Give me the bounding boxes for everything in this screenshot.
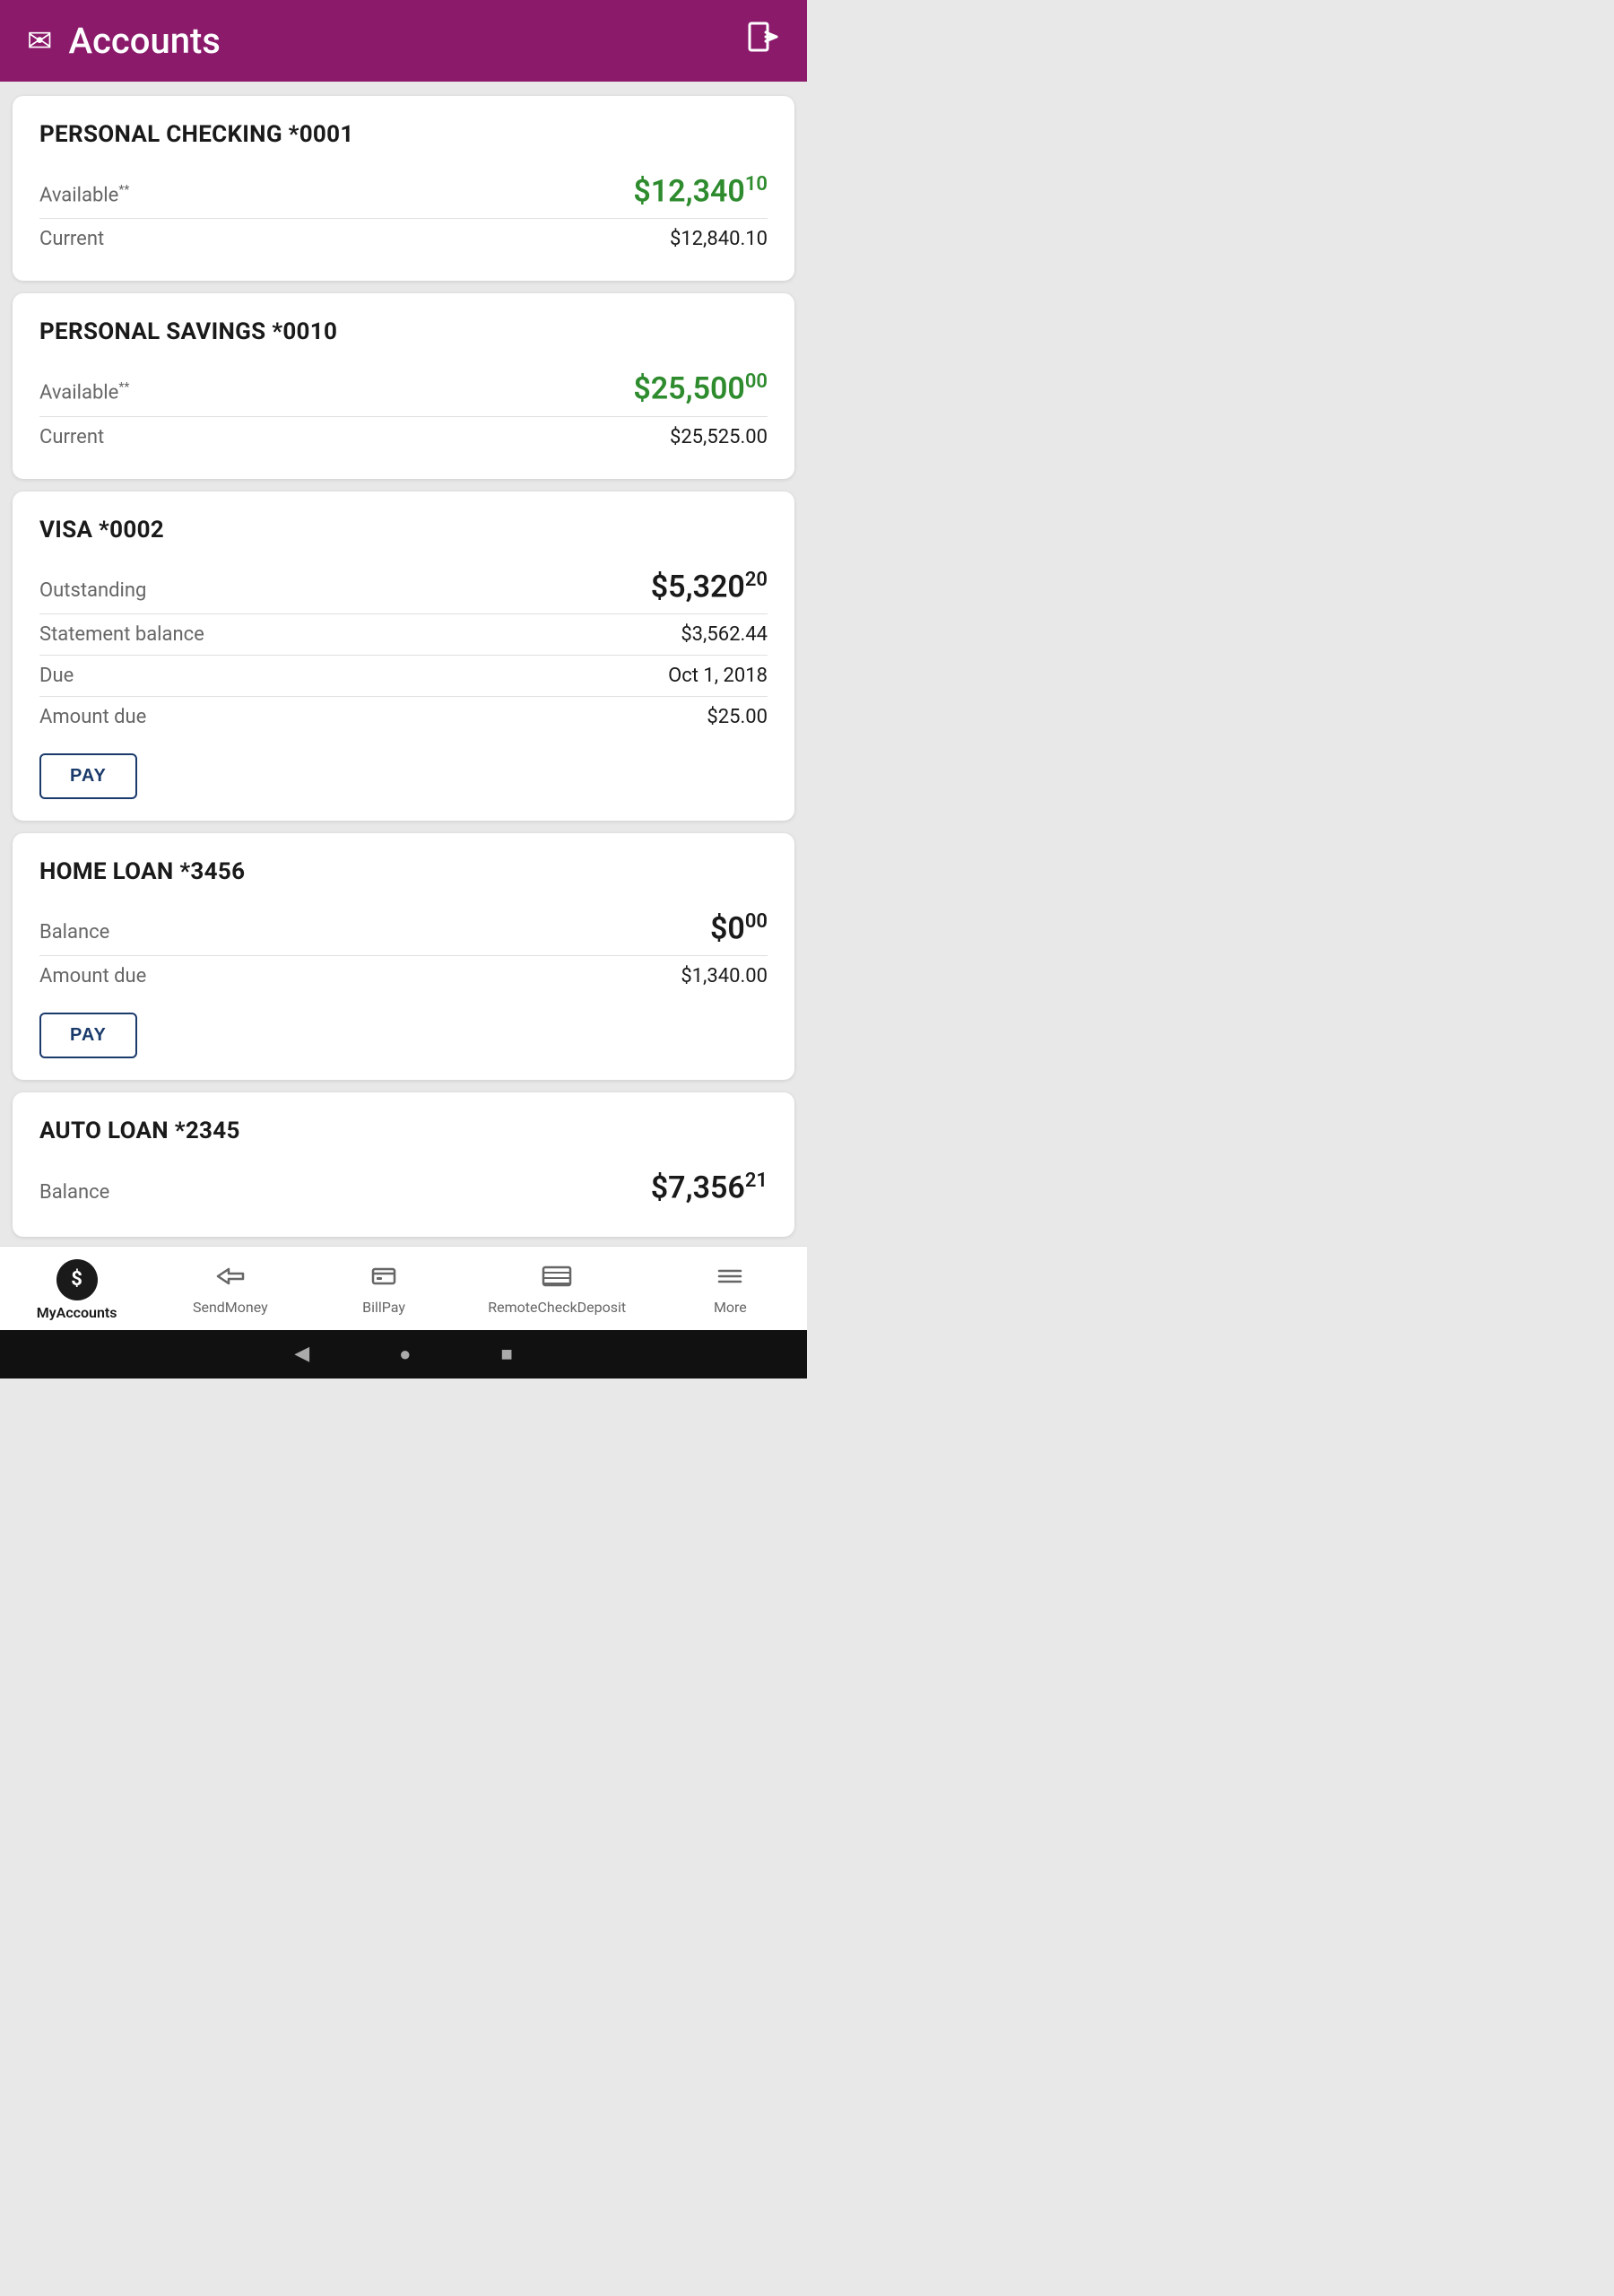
header-left: ✉ Accounts	[27, 20, 221, 62]
row-label: Statement balance	[39, 623, 204, 646]
page-title: Accounts	[69, 20, 221, 62]
row-label: Due	[39, 665, 74, 687]
account-row-current: Current $12,840.10	[39, 219, 768, 259]
remote-check-deposit-icon	[541, 1264, 573, 1295]
account-row-amount-due: Amount due $1,340.00	[39, 956, 768, 996]
system-nav: ◀ ● ■	[0, 1330, 807, 1378]
row-label: Balance	[39, 1181, 109, 1204]
account-card-auto-loan[interactable]: AUTO LOAN *2345 Balance $7,35621	[13, 1092, 794, 1236]
row-value-statement: $3,562.44	[681, 623, 768, 646]
account-row-due-date: Due Oct 1, 2018	[39, 656, 768, 697]
row-value-available: $25,50000	[633, 370, 768, 406]
pay-button-visa[interactable]: PAY	[39, 753, 137, 799]
row-value-current: $25,525.00	[670, 426, 768, 448]
account-name-personal-checking: PERSONAL CHECKING *0001	[39, 121, 768, 148]
row-label: Current	[39, 228, 104, 250]
row-label: Current	[39, 426, 104, 448]
pay-button-home-loan[interactable]: PAY	[39, 1013, 137, 1058]
account-name-personal-savings: PERSONAL SAVINGS *0010	[39, 318, 768, 345]
nav-label-my-accounts: MyAccounts	[37, 1304, 117, 1321]
row-label: Outstanding	[39, 579, 146, 602]
account-name-visa: VISA *0002	[39, 517, 768, 544]
header: ✉ Accounts	[0, 0, 807, 82]
bill-pay-icon	[369, 1264, 398, 1295]
nav-item-remote-check-deposit[interactable]: RemoteCheckDeposit	[488, 1264, 626, 1316]
account-row-outstanding: Outstanding $5,32020	[39, 560, 768, 614]
bottom-nav: $ MyAccounts SendMoney BillPay	[0, 1246, 807, 1330]
account-row-available: Available** $25,50000	[39, 361, 768, 416]
account-name-home-loan: HOME LOAN *3456	[39, 858, 768, 885]
account-card-visa[interactable]: VISA *0002 Outstanding $5,32020 Statemen…	[13, 491, 794, 821]
more-icon	[716, 1264, 744, 1295]
row-label: Amount due	[39, 706, 146, 728]
row-label: Available**	[39, 380, 129, 404]
home-button[interactable]: ●	[399, 1343, 411, 1366]
nav-item-more[interactable]: More	[681, 1264, 779, 1316]
row-value-current: $12,840.10	[670, 228, 768, 250]
account-row-available: Available** $12,34010	[39, 164, 768, 219]
my-accounts-icon: $	[56, 1259, 98, 1300]
row-value-available: $12,34010	[633, 173, 768, 209]
recents-button[interactable]: ■	[500, 1343, 512, 1366]
nav-item-bill-pay[interactable]: BillPay	[334, 1264, 433, 1316]
send-money-icon	[216, 1264, 245, 1295]
nav-label-send-money: SendMoney	[193, 1299, 268, 1316]
account-row-amount-due: Amount due $25.00	[39, 697, 768, 737]
nav-item-my-accounts[interactable]: $ MyAccounts	[28, 1259, 126, 1321]
account-card-home-loan[interactable]: HOME LOAN *3456 Balance $000 Amount due …	[13, 833, 794, 1080]
accounts-list: PERSONAL CHECKING *0001 Available** $12,…	[0, 82, 807, 1246]
account-card-personal-checking[interactable]: PERSONAL CHECKING *0001 Available** $12,…	[13, 96, 794, 281]
message-icon: ✉	[27, 23, 53, 59]
back-button[interactable]: ◀	[294, 1343, 309, 1365]
row-value-outstanding: $5,32020	[651, 569, 768, 604]
nav-item-send-money[interactable]: SendMoney	[181, 1264, 280, 1316]
row-label: Available**	[39, 183, 129, 206]
row-value-amount-due: $1,340.00	[681, 965, 768, 987]
logout-icon[interactable]	[746, 20, 780, 62]
nav-label-more: More	[714, 1299, 747, 1316]
account-name-auto-loan: AUTO LOAN *2345	[39, 1118, 768, 1144]
row-value-amount-due: $25.00	[707, 706, 768, 728]
row-label: Amount due	[39, 965, 146, 987]
nav-label-bill-pay: BillPay	[362, 1299, 405, 1316]
row-label: Balance	[39, 921, 109, 944]
account-row-balance: Balance $7,35621	[39, 1161, 768, 1214]
account-card-personal-savings[interactable]: PERSONAL SAVINGS *0010 Available** $25,5…	[13, 293, 794, 478]
account-row-current: Current $25,525.00	[39, 417, 768, 457]
account-row-balance: Balance $000	[39, 901, 768, 956]
row-value-balance: $000	[710, 910, 768, 946]
account-row-statement: Statement balance $3,562.44	[39, 614, 768, 656]
row-value-due-date: Oct 1, 2018	[668, 665, 768, 687]
nav-label-remote-check-deposit: RemoteCheckDeposit	[488, 1299, 626, 1316]
row-value-balance: $7,35621	[651, 1170, 768, 1205]
